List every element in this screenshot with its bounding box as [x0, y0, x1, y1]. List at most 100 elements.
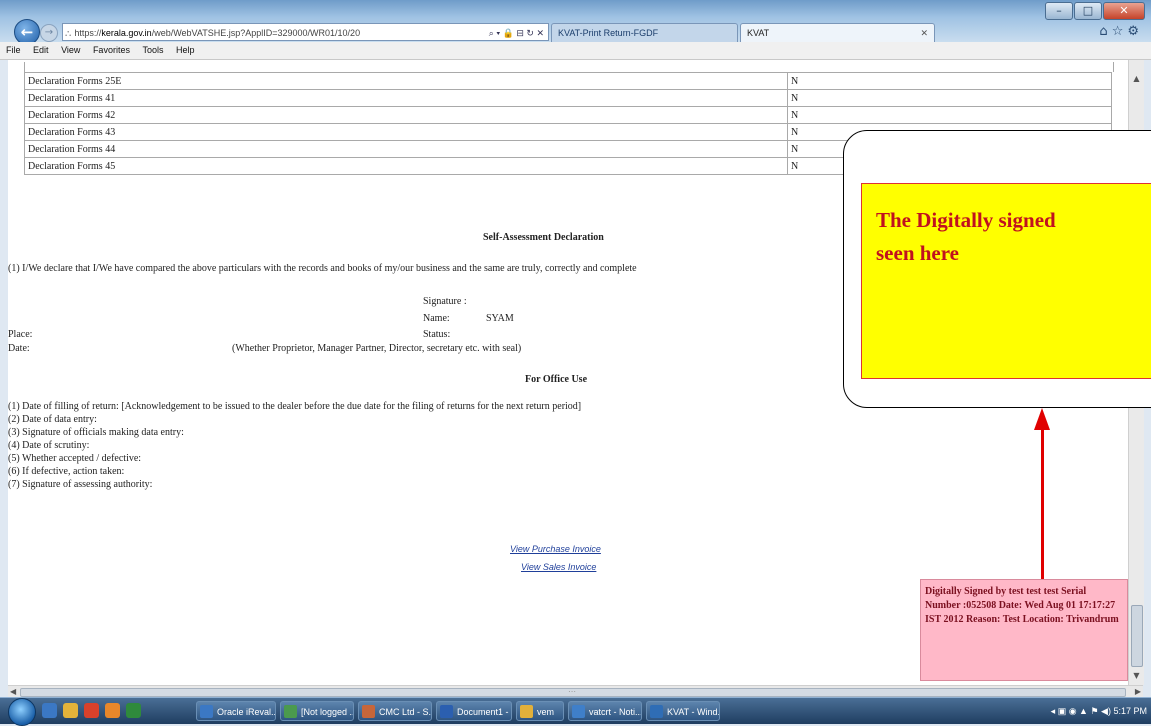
office-use-item: (7) Signature of assessing authority: [8, 479, 153, 490]
search-icon[interactable]: ⌕ [489, 28, 494, 38]
form-label-cell: Declaration Forms 25E [24, 72, 788, 90]
system-tray: ◂ ▣ ◉ ▲ ⚑ ◀) 5:17 PM [1051, 703, 1147, 719]
status-label: Status: [423, 329, 451, 340]
taskbar-tasks: Oracle iReval... [Not logged ... CMC Ltd -… [196, 701, 720, 721]
office-use-item: (5) Whether accepted / defective: [8, 453, 142, 464]
stop-icon[interactable]: ✕ [536, 28, 544, 38]
taskbar-task[interactable]: Document1 - ... [436, 701, 512, 721]
view-purchase-invoice-link[interactable]: View Purchase Invoice [510, 544, 601, 554]
office-use-item: (1) Date of filling of return: [Acknowle… [8, 401, 582, 412]
task-label: CMC Ltd - S... [379, 707, 432, 717]
taskbar: Oracle iReval... [Not logged ... CMC Ltd -… [0, 697, 1151, 726]
form-value-cell: N [787, 89, 1112, 107]
form-label-cell: Declaration Forms 44 [24, 140, 788, 158]
taskbar-task[interactable]: Oracle iReval... [196, 701, 276, 721]
compat-icon[interactable]: ⊟ [516, 28, 524, 38]
form-label-cell: Declaration Forms 43 [24, 123, 788, 141]
task-app-icon [284, 705, 297, 718]
name-value: SYAM [486, 313, 514, 324]
minimize-button[interactable]: – [1045, 2, 1073, 20]
maximize-button[interactable]: □ [1074, 2, 1102, 20]
office-use-item: (4) Date of scrutiny: [8, 440, 90, 451]
scroll-up-icon[interactable]: ▲ [1129, 72, 1144, 86]
menu-edit[interactable]: Edit [33, 45, 49, 55]
app-icon[interactable] [126, 703, 141, 718]
favorites-star-icon[interactable]: ☆ [1112, 24, 1128, 39]
folder-icon[interactable] [63, 703, 78, 718]
refresh-icon[interactable]: ↻ [526, 28, 534, 38]
taskbar-task[interactable]: CMC Ltd - S... [358, 701, 432, 721]
scroll-down-icon[interactable]: ▼ [1129, 669, 1144, 683]
close-window-button[interactable]: ✕ [1103, 2, 1145, 20]
lock-icon[interactable]: 🔒 [503, 28, 514, 38]
tab-label: KVAT-Print Return-FGDF [558, 28, 659, 38]
task-app-icon [520, 705, 533, 718]
url-path: /web/WebVATSHE.jsp?ApplID=329000/WR01/10… [151, 28, 361, 38]
form-label-cell: Declaration Forms 42 [24, 106, 788, 124]
tab-kvat-print-return[interactable]: KVAT-Print Return-FGDF [551, 23, 738, 42]
menu-bar: File Edit View Favorites Tools Help [0, 42, 1151, 60]
annotation-text: The Digitally signed seen here [876, 204, 1151, 270]
menu-view[interactable]: View [61, 45, 80, 55]
office-use-item: (3) Signature of officials making data e… [8, 427, 184, 438]
start-button[interactable] [8, 698, 36, 726]
close-tab-icon[interactable]: ✕ [920, 24, 928, 42]
taskbar-task[interactable]: vatcrt - Noti... [568, 701, 642, 721]
name-label: Name: [423, 313, 450, 324]
clock[interactable]: 5:17 PM [1113, 706, 1147, 716]
arrow-up-icon [1034, 408, 1050, 430]
self-assessment-title: Self-Assessment Declaration [483, 232, 604, 243]
gear-icon[interactable]: ⚙ [1127, 24, 1143, 39]
task-label: [Not logged ... [301, 707, 354, 717]
firefox-icon[interactable] [105, 703, 120, 718]
table-row: Declaration Forms 42 N [24, 106, 1112, 124]
url-scheme: https:// [74, 28, 102, 38]
place-label: Place: [8, 329, 33, 340]
media-icon[interactable] [84, 703, 99, 718]
task-label: KVAT - Wind... [667, 707, 720, 717]
menu-help[interactable]: Help [176, 45, 195, 55]
home-icon[interactable]: ⌂ [1099, 24, 1111, 39]
task-label: vem [537, 707, 555, 717]
forward-button[interactable]: → [40, 24, 58, 42]
table-row: Declaration Forms 25E N [24, 72, 1112, 90]
task-label: Oracle iReval... [217, 707, 276, 717]
task-label: vatcrt - Noti... [589, 707, 642, 717]
status-hint: (Whether Proprietor, Manager Partner, Di… [232, 343, 522, 354]
date-label: Date: [8, 343, 30, 354]
task-app-icon [362, 705, 375, 718]
menu-tools[interactable]: Tools [142, 45, 163, 55]
signature-label: Signature : [423, 296, 467, 307]
annotation-line-1: The Digitally signed [876, 208, 1056, 232]
toolbar-icons: ⌂☆⚙ [1099, 24, 1143, 39]
tray-icons[interactable]: ◂ ▣ ◉ ▲ ⚑ ◀) [1051, 706, 1111, 716]
tab-kvat[interactable]: KVAT ✕ [740, 23, 935, 42]
form-value-cell: N [787, 72, 1112, 90]
page-icon: ⛬ [65, 28, 72, 38]
menu-file[interactable]: File [6, 45, 21, 55]
task-app-icon [440, 705, 453, 718]
view-sales-invoice-link[interactable]: View Sales Invoice [521, 562, 596, 572]
menu-favorites[interactable]: Favorites [93, 45, 130, 55]
task-label: Document1 - ... [457, 707, 511, 717]
office-use-title: For Office Use [525, 374, 588, 385]
signature-stamp-text: Digitally Signed by test test test Seria… [925, 586, 1119, 625]
address-bar[interactable]: ⛬ https://kerala.gov.in/web/WebVATSHE.jsp… [62, 23, 549, 41]
taskbar-task[interactable]: [Not logged ... [280, 701, 354, 721]
scroll-grip-icon: ⋯ [568, 687, 576, 696]
scroll-thumb[interactable] [1131, 605, 1143, 667]
clipped-table-row [24, 62, 1114, 72]
url-host: kerala.gov.in [101, 28, 152, 38]
arrow-shaft [1041, 428, 1044, 580]
taskbar-task[interactable]: vem [516, 701, 564, 721]
browser-title-bar: – □ ✕ ← → ⛬ https://kerala.gov.in/web/Web… [0, 0, 1151, 45]
tab-label: KVAT [747, 28, 770, 38]
address-tools: ⌕ ▾ 🔒 ⊟ ↻ ✕ [485, 24, 544, 40]
taskbar-task[interactable]: KVAT - Wind... [646, 701, 720, 721]
quick-launch [42, 703, 141, 718]
ie-icon[interactable] [42, 703, 57, 718]
task-app-icon [200, 705, 213, 718]
form-label-cell: Declaration Forms 41 [24, 89, 788, 107]
office-use-item: (6) If defective, action taken: [8, 466, 125, 477]
annotation-line-2: seen here [876, 241, 960, 265]
